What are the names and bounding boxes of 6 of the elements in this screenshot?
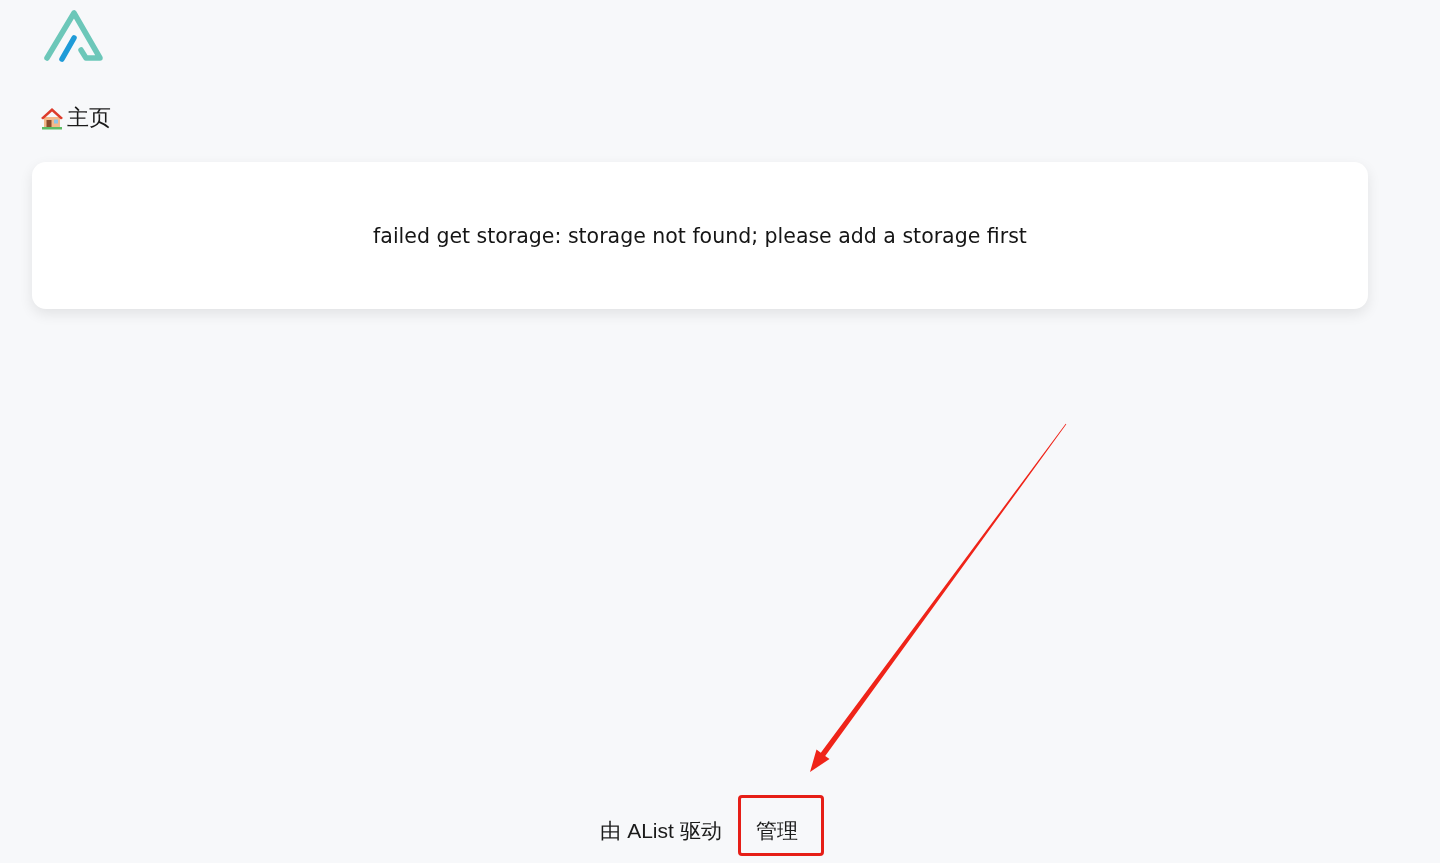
house-icon	[40, 106, 64, 130]
logo-icon	[44, 9, 104, 63]
breadcrumb-link[interactable]: 主页	[40, 104, 111, 132]
footer-link[interactable]: 由 AList 驱动	[600, 819, 722, 843]
footer-link[interactable]: 管理	[737, 795, 824, 856]
error-message: failed get storage: storage not found; please add a storage first	[373, 222, 1027, 250]
